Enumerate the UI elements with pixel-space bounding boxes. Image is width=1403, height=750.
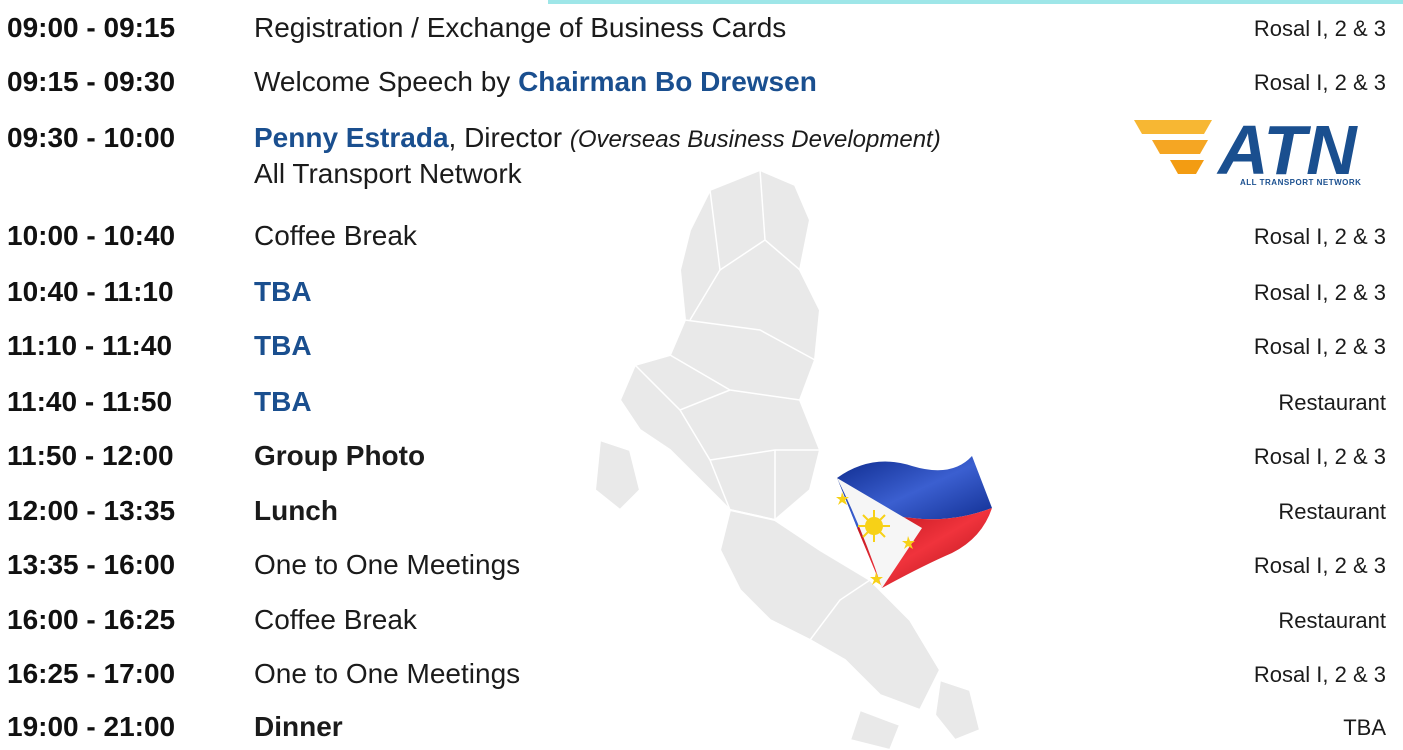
session-description: One to One Meetings — [254, 549, 521, 580]
philippine-flag-icon — [836, 456, 992, 588]
time-slot: 10:00 - 10:40 — [7, 220, 176, 251]
session-description: TBA — [254, 276, 312, 307]
time-slot: 09:00 - 09:15 — [7, 12, 176, 43]
session-description: Coffee Break — [254, 220, 417, 251]
speaker-role: (Overseas Business Development) — [569, 126, 941, 153]
time-slot: 13:35 - 16:00 — [7, 549, 176, 580]
time-slot: 16:00 - 16:25 — [7, 604, 176, 635]
company-name: All Transport Network — [254, 158, 522, 189]
time-slot: 09:15 - 09:30 — [7, 66, 176, 97]
venue: Rosal I, 2 & 3 — [1253, 280, 1386, 305]
venue: Rosal I, 2 & 3 — [1253, 553, 1386, 578]
venue: Rosal I, 2 & 3 — [1253, 224, 1386, 249]
venue: Restaurant — [1278, 499, 1386, 524]
time-slot: 19:00 - 21:00 — [7, 711, 176, 742]
time-slot: 16:25 - 17:00 — [7, 658, 176, 689]
venue: Restaurant — [1278, 608, 1386, 633]
description-text: Welcome Speech by — [254, 66, 519, 97]
venue: TBA — [1343, 715, 1386, 740]
venue: Rosal I, 2 & 3 — [1253, 662, 1386, 687]
time-slot: 09:30 - 10:00 — [7, 122, 176, 153]
time-slot: 11:50 - 12:00 — [7, 440, 174, 471]
venue: Rosal I, 2 & 3 — [1253, 70, 1386, 95]
session-description: Coffee Break — [254, 604, 417, 635]
time-slot: 10:40 - 11:10 — [7, 276, 174, 307]
session-description: Registration / Exchange of Business Card… — [254, 12, 787, 43]
session-description: Group Photo — [254, 440, 426, 471]
session-description: Welcome Speech by Chairman Bo Drewsen — [254, 65, 817, 99]
venue: Rosal I, 2 & 3 — [1253, 444, 1386, 469]
logo-tagline: ALL TRANSPORT NETWORK — [1240, 178, 1362, 187]
time-slot: 11:10 - 11:40 — [7, 330, 173, 361]
venue: Rosal I, 2 & 3 — [1253, 334, 1386, 359]
venue: Restaurant — [1278, 390, 1386, 415]
session-description: TBA — [254, 330, 312, 361]
session-description: Penny Estrada, Director (Overseas Busine… — [254, 121, 941, 191]
speaker-name: Penny Estrada — [254, 122, 449, 153]
session-description: TBA — [254, 386, 312, 417]
time-slot: 12:00 - 13:35 — [7, 495, 176, 526]
session-description: Dinner — [254, 711, 343, 742]
speaker-name: Chairman Bo Drewsen — [518, 66, 817, 97]
top-accent-strip — [548, 0, 1403, 4]
venue: Rosal I, 2 & 3 — [1253, 16, 1386, 41]
time-slot: 11:40 - 11:50 — [7, 386, 173, 417]
session-description: One to One Meetings — [254, 658, 521, 689]
session-description: Lunch — [254, 495, 338, 526]
description-text: , Director — [448, 122, 570, 153]
